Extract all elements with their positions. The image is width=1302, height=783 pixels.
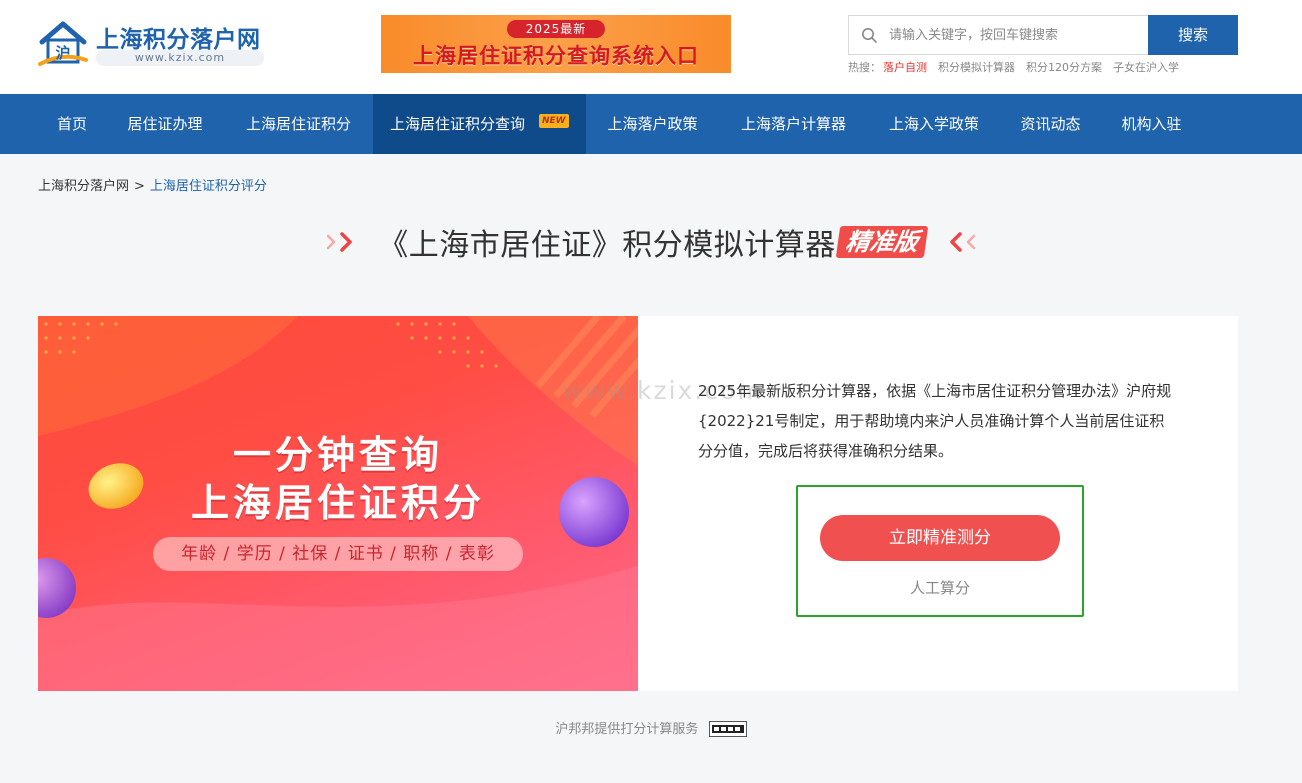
manual-calculation-link[interactable]: 人工算分 [798,577,1082,598]
ad-banner[interactable]: 2025最新 上海居住证积分查询系统入口 [381,15,731,73]
calculator-description: 2025年最新版积分计算器，依据《上海市居住证积分管理办法》沪府规{2022}2… [698,382,1172,460]
nav-item-settlement-policy[interactable]: 上海落户政策 [586,94,719,154]
breadcrumb: 上海积分落户网 > 上海居住证积分评分 [38,175,267,194]
logo-mark-text: 沪 [55,44,70,62]
breadcrumb-separator: > [134,179,145,194]
main-nav: 首页 居住证办理 上海居住证积分 上海居住证积分查询 NEW 上海落户政策 上海… [0,94,1302,154]
search-icon [862,28,877,43]
search-button[interactable]: 搜索 [1148,15,1238,55]
banner-text: 上海居住证积分查询系统入口 [413,44,699,68]
banner-tag: 2025最新 [507,20,605,38]
nav-item-points-query[interactable]: 上海居住证积分查询 NEW [373,94,586,154]
hot-search-label: 热搜： [848,61,881,74]
house-logo-icon: 沪 [38,21,88,66]
logo-title: 上海积分落户网 [96,27,261,53]
promo-image: 一分钟查询 上海居住证积分 年龄 / 学历 / 社保 / 证书 / 职称 / 表… [38,316,638,691]
hot-search-item[interactable]: 子女在沪入学 [1113,61,1179,74]
nav-item-label: 上海居住证积分查询 [390,115,526,133]
nav-item-school-policy[interactable]: 上海入学政策 [868,94,1000,154]
nav-item-institutions[interactable]: 机构入驻 [1101,94,1202,154]
new-badge: NEW [539,114,569,128]
nav-item-label: 上海落户计算器 [740,115,846,133]
action-highlight-box: 立即精准测分 人工算分 [796,485,1084,617]
hot-search-item[interactable]: 积分模拟计算器 [938,61,1015,74]
nav-item-settlement-calculator[interactable]: 上海落户计算器 [719,94,868,154]
nav-item-label: 资讯动态 [1020,115,1081,133]
nav-item-label: 上海居住证积分 [245,115,351,133]
nav-item-points[interactable]: 上海居住证积分 [224,94,373,154]
page-title: 《上海市居住证》积分模拟计算器 [378,228,836,263]
nav-item-residence-permit[interactable]: 居住证办理 [106,94,224,154]
nav-item-home[interactable]: 首页 [38,94,106,154]
nav-item-label: 上海落户政策 [607,115,698,133]
logo-url: www.kzix.com [96,50,264,66]
breadcrumb-home[interactable]: 上海积分落户网 [38,179,129,194]
site-logo[interactable]: 沪 上海积分落户网 www.kzix.com [38,20,268,70]
nav-item-label: 首页 [56,115,87,133]
hot-search-item[interactable]: 积分120分方案 [1026,61,1102,74]
search-input[interactable] [889,16,1144,54]
breadcrumb-current[interactable]: 上海居住证积分评分 [150,179,267,194]
precise-badge: 精准版 [835,226,928,258]
site-header: 沪 上海积分落户网 www.kzix.com 2025最新 上海居住证积分查询系… [0,0,1302,94]
promo-headline-1: 一分钟查询 [232,433,443,477]
hot-search-item[interactable]: 落户自测 [883,61,927,74]
double-chevron-right-icon [327,232,352,252]
nav-item-news[interactable]: 资讯动态 [1000,94,1101,154]
service-provider-note: 沪邦邦提供打分计算服务 [0,718,1302,738]
nav-item-label: 机构入驻 [1121,115,1182,133]
hot-search: 热搜： 落户自测 积分模拟计算器 积分120分方案 子女在沪入学 [848,59,1190,75]
calculator-card: 一分钟查询 上海居住证积分 年龄 / 学历 / 社保 / 证书 / 职称 / 表… [38,316,1238,691]
service-provider-text: 沪邦邦提供打分计算服务 [555,722,699,737]
search-box [848,15,1148,55]
nav-item-label: 上海入学政策 [888,115,979,133]
double-chevron-left-icon [950,232,975,252]
promo-tags: 年龄 / 学历 / 社保 / 证书 / 职称 / 表彰 [153,537,523,571]
promo-headline-2: 上海居住证积分 [190,481,485,525]
provider-logo-icon [708,720,747,737]
nav-item-label: 居住证办理 [127,115,203,133]
start-calculation-button[interactable]: 立即精准测分 [820,515,1060,561]
page-title-row: 《上海市居住证》积分模拟计算器 精准版 [0,220,1302,264]
